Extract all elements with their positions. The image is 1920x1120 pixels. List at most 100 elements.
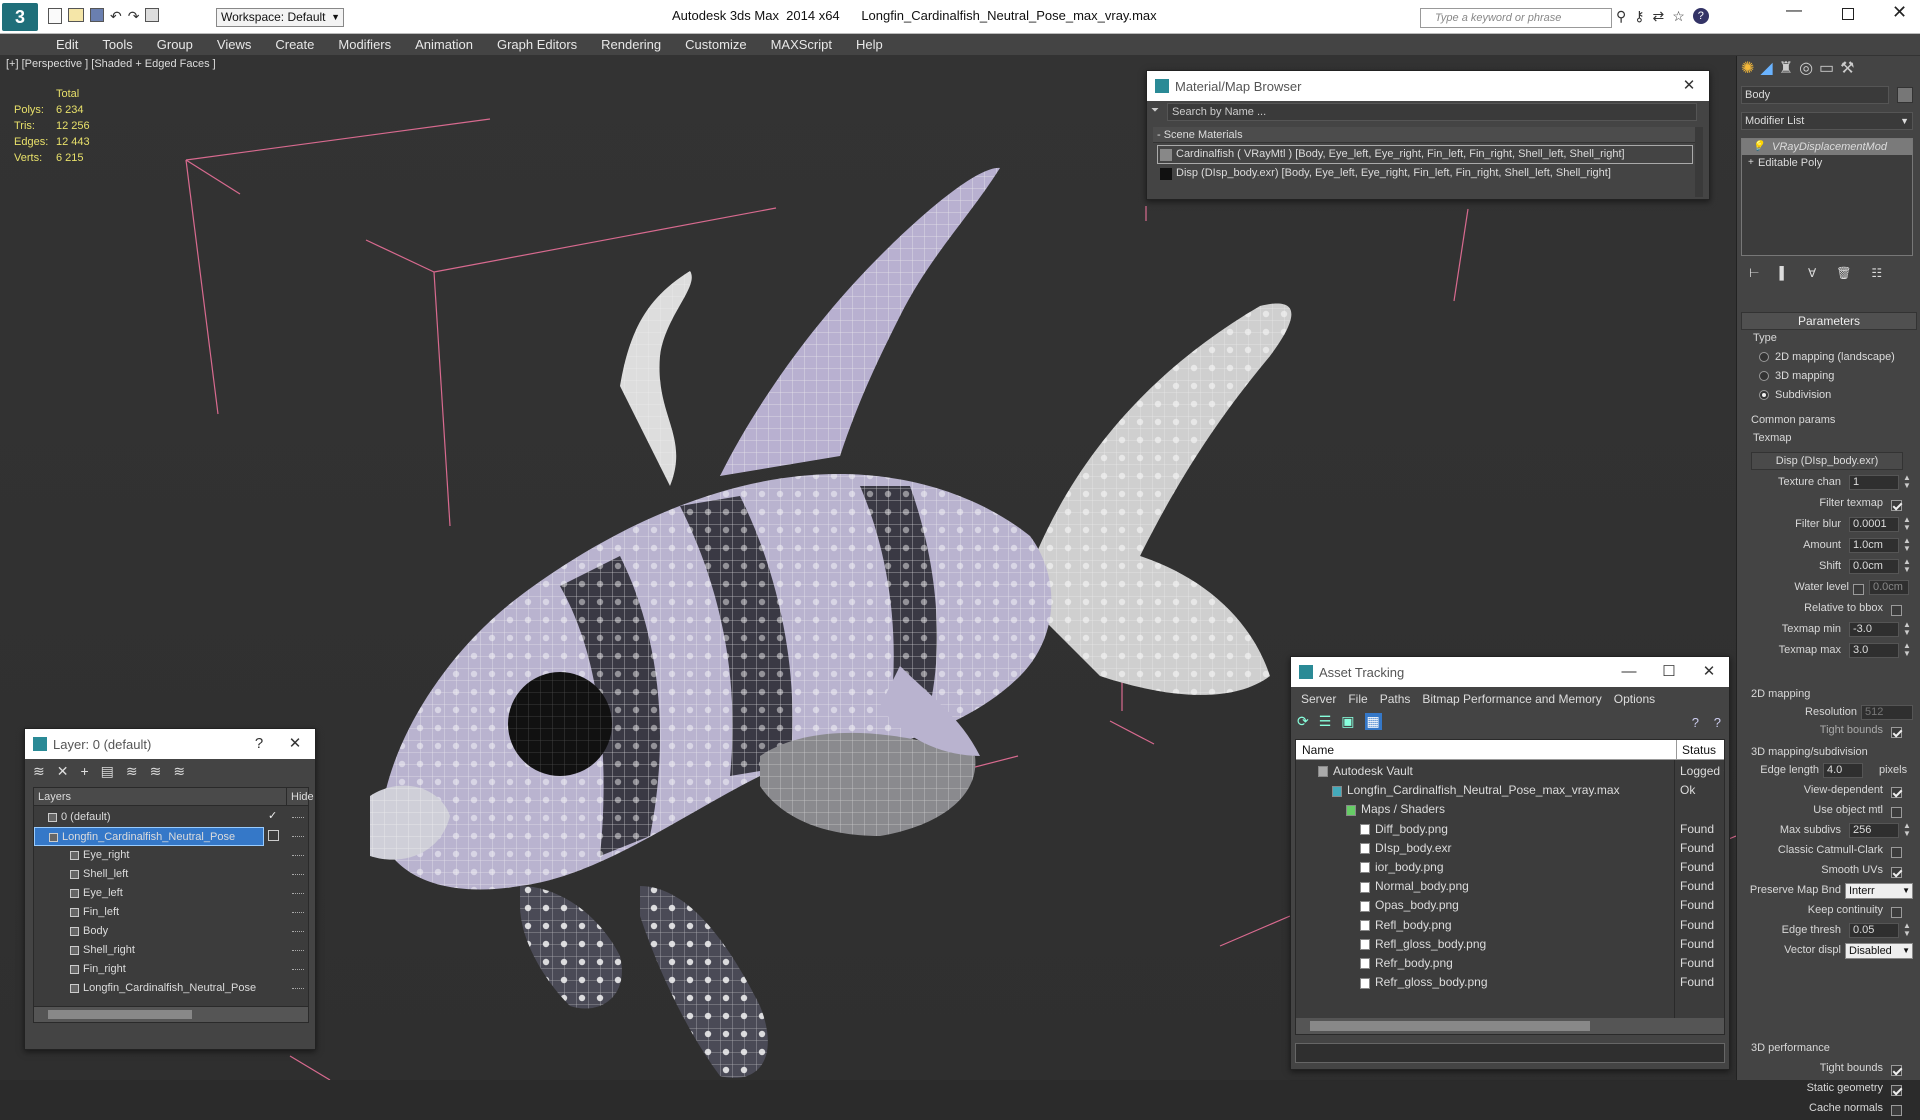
radio-button[interactable]	[1759, 352, 1769, 363]
menu-help[interactable]: Help	[844, 34, 895, 55]
hide-toggle-icon[interactable]	[292, 931, 304, 932]
menu-create[interactable]: Create	[263, 34, 326, 55]
param-spinner[interactable]: 0.0cm	[1869, 580, 1909, 595]
modifier-editable-poly[interactable]: + Editable Poly	[1742, 155, 1912, 171]
menu-rendering[interactable]: Rendering	[589, 34, 673, 55]
param-checkbox[interactable]	[1853, 584, 1864, 596]
asset-row[interactable]: Diff_body.png Found	[1296, 820, 1724, 839]
asset-menu-paths[interactable]: Paths	[1380, 692, 1411, 706]
hide-toggle-icon[interactable]	[292, 988, 304, 989]
star-icon[interactable]: ☆	[1672, 8, 1685, 25]
hide-toggle-icon[interactable]	[292, 893, 304, 894]
maximize-icon[interactable]: ☐	[1649, 657, 1689, 687]
type-radio-option[interactable]: Subdivision	[1759, 386, 1895, 405]
motion-tab-icon[interactable]: ◎	[1799, 58, 1813, 78]
create-layer-icon[interactable]: ≋	[33, 763, 45, 780]
asset-row[interactable]: Maps / Shaders	[1296, 800, 1724, 819]
add-to-layer-icon[interactable]: +	[80, 763, 88, 780]
layer-row[interactable]: Shell_right	[34, 941, 308, 960]
highlight-layer-icon[interactable]: ≋	[126, 763, 138, 780]
close-icon[interactable]: ✕	[275, 729, 315, 759]
close-icon[interactable]: ✕	[1669, 71, 1709, 101]
asset-row[interactable]: Refl_gloss_body.png Found	[1296, 935, 1724, 954]
maximize-button[interactable]	[1842, 8, 1854, 20]
utilities-tab-icon[interactable]: ⚒	[1840, 58, 1854, 78]
type-radio-option[interactable]: 2D mapping (landscape)	[1759, 348, 1895, 367]
modifier-list-dropdown[interactable]: Modifier List ▼	[1741, 112, 1913, 130]
modify-tab-icon[interactable]: ◢	[1760, 58, 1772, 78]
spinner-arrows-icon[interactable]: ▲ ▼	[1903, 922, 1911, 938]
menu-modifiers[interactable]: Modifiers	[326, 34, 403, 55]
tight-bounds-checkbox[interactable]	[1891, 727, 1902, 739]
modifier-vraydisplacement[interactable]: 💡 VRayDisplacementMod	[1742, 139, 1912, 155]
object-color-swatch[interactable]	[1897, 87, 1913, 103]
redo-icon[interactable]: ↷	[128, 8, 140, 25]
name-column-header[interactable]: Name	[1302, 740, 1334, 760]
display-tab-icon[interactable]: ▭	[1819, 58, 1834, 78]
layer-row[interactable]: Longfin_Cardinalfish_Neutral_Pose	[34, 827, 308, 846]
active-layer-box-icon[interactable]	[268, 830, 279, 841]
pin-stack-icon[interactable]: ⊢	[1749, 266, 1759, 280]
param-checkbox[interactable]	[1891, 1085, 1902, 1097]
asset-row[interactable]: Refl_body.png Found	[1296, 916, 1724, 935]
layer-row[interactable]: Shell_left	[34, 865, 308, 884]
refresh-icon[interactable]: ⟳	[1297, 713, 1309, 730]
asset-row[interactable]: Refr_gloss_body.png Found	[1296, 973, 1724, 992]
freeze-all-icon[interactable]: ≋	[173, 763, 185, 780]
resolution-spinner[interactable]: 512	[1861, 705, 1913, 720]
hide-all-icon[interactable]: ≋	[150, 763, 162, 780]
spinner-arrows-icon[interactable]: ▲ ▼	[1903, 474, 1911, 490]
layer-row[interactable]: Fin_right	[34, 960, 308, 979]
help-icon[interactable]: ?	[1692, 8, 1709, 24]
menu-views[interactable]: Views	[205, 34, 263, 55]
asset-row[interactable]: Opas_body.png Found	[1296, 896, 1724, 915]
param-spinner[interactable]: 1	[1849, 475, 1899, 490]
asset-row[interactable]: Refr_body.png Found	[1296, 954, 1724, 973]
param-checkbox[interactable]	[1891, 867, 1902, 879]
param-checkbox[interactable]	[1891, 500, 1902, 512]
param-dropdown[interactable]: Disabled ▼	[1845, 943, 1913, 959]
asset-row[interactable]: ior_body.png Found	[1296, 858, 1724, 877]
project-folder-icon[interactable]	[145, 8, 160, 22]
menu-graph-editors[interactable]: Graph Editors	[485, 34, 589, 55]
menu-tools[interactable]: Tools	[90, 34, 144, 55]
hide-toggle-icon[interactable]	[292, 950, 304, 951]
asset-tracking-titlebar[interactable]: Asset Tracking — ☐ ✕	[1291, 657, 1729, 687]
param-checkbox[interactable]	[1891, 907, 1902, 919]
material-browser-titlebar[interactable]: Material/Map Browser ✕	[1147, 71, 1709, 101]
hide-toggle-icon[interactable]	[292, 969, 304, 970]
make-unique-icon[interactable]: ∀	[1808, 266, 1816, 280]
spinner-arrows-icon[interactable]: ▲ ▼	[1903, 558, 1911, 574]
param-checkbox[interactable]	[1891, 787, 1902, 799]
param-checkbox[interactable]	[1891, 605, 1902, 617]
radio-button[interactable]	[1759, 371, 1769, 382]
texmap-button[interactable]: Disp (DIsp_body.exr)	[1751, 452, 1903, 470]
type-radio-option[interactable]: 3D mapping	[1759, 367, 1895, 386]
layer-hscrollbar[interactable]	[34, 1006, 308, 1022]
asset-row[interactable]: DIsp_body.exr Found	[1296, 839, 1724, 858]
param-spinner[interactable]: -3.0	[1849, 622, 1899, 637]
save-icon[interactable]	[90, 8, 104, 22]
delete-layer-icon[interactable]: ✕	[57, 763, 69, 780]
remove-modifier-icon[interactable]: 🗑	[1836, 266, 1851, 280]
hide-toggle-icon[interactable]	[292, 912, 304, 913]
close-icon[interactable]: ✕	[1689, 657, 1729, 687]
binoculars-icon[interactable]: ⚲	[1616, 8, 1626, 25]
close-window-button[interactable]: ✕	[1892, 2, 1907, 23]
layer-row[interactable]: 0 (default) ✓	[34, 808, 308, 827]
material-scrollbar[interactable]	[1695, 127, 1703, 197]
param-spinner[interactable]: 0.0cm	[1849, 559, 1899, 574]
hide-toggle-icon[interactable]	[292, 855, 304, 856]
layer-row[interactable]: Longfin_Cardinalfish_Neutral_Pose	[34, 979, 308, 998]
thumbnail-view-icon[interactable]: ▣	[1341, 713, 1354, 730]
vault-help-icon[interactable]: ?	[1692, 715, 1699, 730]
expand-icon[interactable]: +	[1748, 155, 1754, 171]
layer-row[interactable]: Eye_right	[34, 846, 308, 865]
spinner-arrows-icon[interactable]: ▲ ▼	[1903, 516, 1911, 532]
asset-menu-bitmap[interactable]: Bitmap Performance and Memory	[1422, 692, 1601, 706]
asset-menu-file[interactable]: File	[1348, 692, 1367, 706]
spinner-arrows-icon[interactable]: ▲ ▼	[1903, 642, 1911, 658]
param-spinner[interactable]: 3.0	[1849, 643, 1899, 658]
asset-path-field[interactable]	[1295, 1043, 1725, 1063]
asset-menu-server[interactable]: Server	[1301, 692, 1336, 706]
